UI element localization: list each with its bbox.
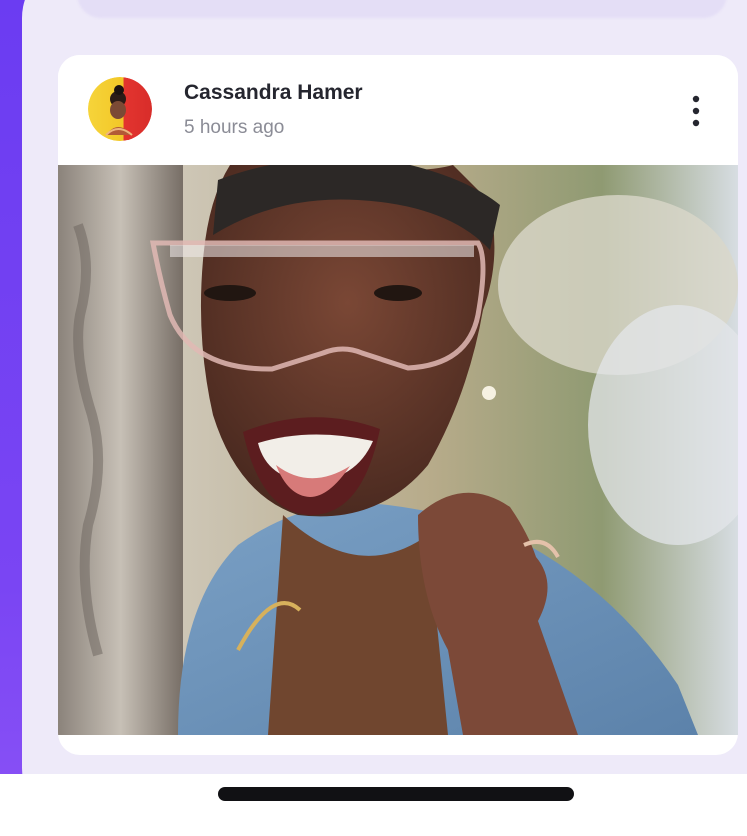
post-header: Cassandra Hamer 5 hours ago <box>58 55 738 165</box>
author-name[interactable]: Cassandra Hamer <box>184 81 363 105</box>
previous-card-edge <box>77 0 727 18</box>
post-card[interactable]: Cassandra Hamer 5 hours ago <box>58 55 738 755</box>
portrait-image <box>58 165 738 735</box>
profile-avatar-icon <box>88 77 152 141</box>
post-timestamp: 5 hours ago <box>184 117 285 138</box>
home-indicator[interactable] <box>218 787 574 801</box>
avatar[interactable] <box>88 77 152 141</box>
post-photo[interactable] <box>58 165 738 735</box>
phone-frame: Cassandra Hamer 5 hours ago <box>22 0 747 826</box>
more-vertical-icon[interactable] <box>690 93 702 129</box>
bottom-safe-area <box>0 774 747 836</box>
